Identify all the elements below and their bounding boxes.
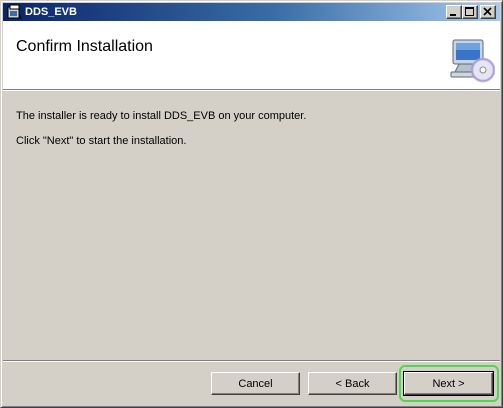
title-bar[interactable]: DDS_EVB (3, 3, 500, 21)
close-icon (483, 7, 492, 16)
maximize-icon (465, 7, 474, 16)
computer-cd-icon (447, 36, 496, 84)
window-title: DDS_EVB (25, 6, 77, 18)
installer-window: DDS_EVB Confirm Installation The install… (0, 0, 503, 408)
maximize-button[interactable] (462, 5, 478, 19)
page-title: Confirm Installation (16, 38, 153, 55)
instruction-message: Click "Next" to start the installation. (16, 135, 187, 147)
close-button[interactable] (480, 5, 496, 19)
next-button[interactable]: Next > (403, 371, 494, 396)
cancel-button[interactable]: Cancel (211, 372, 300, 395)
header-banner: Confirm Installation (3, 21, 500, 89)
installer-app-icon (6, 4, 22, 20)
banner-divider-highlight (3, 90, 500, 91)
minimize-icon (450, 14, 456, 16)
back-button[interactable]: < Back (308, 372, 397, 395)
minimize-button[interactable] (446, 5, 462, 19)
footer-divider-highlight (3, 361, 500, 362)
ready-message: The installer is ready to install DDS_EV… (16, 110, 307, 122)
